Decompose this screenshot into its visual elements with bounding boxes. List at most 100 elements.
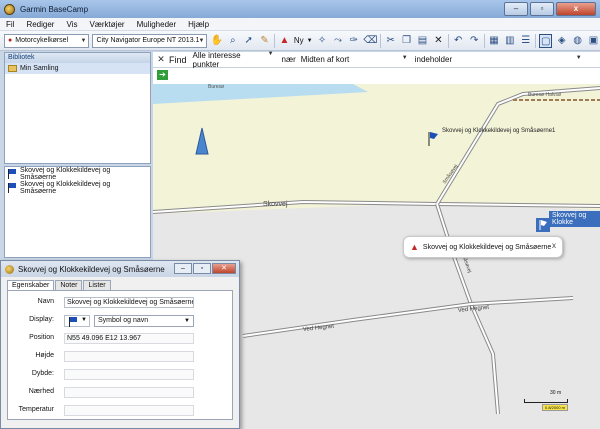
table-view-icon[interactable]: ▥ [503, 34, 516, 48]
properties-tab-body: Navn Skovvej og Klokkekildevej og Småsøe… [7, 290, 233, 420]
near-select[interactable]: Midten af kort ▼ [301, 55, 411, 64]
activity-profile-select[interactable]: ● Motorcykelkørsel ▼ [4, 33, 90, 48]
road-label-buresø-halvsø: Buresø Halvsø [528, 92, 561, 98]
menu-vis[interactable]: Vis [60, 20, 83, 29]
route-tool-icon[interactable]: ⤳ [332, 34, 345, 48]
dialog-minimize-button[interactable]: – [174, 263, 192, 274]
position-marker-icon [195, 127, 209, 155]
device-icon[interactable]: ▣ [587, 34, 600, 48]
dybde-input[interactable] [64, 369, 194, 380]
field-hojde: Højde [8, 351, 232, 363]
copy-icon[interactable]: ❐ [400, 34, 413, 48]
road-north [435, 86, 600, 206]
erase-tool-icon[interactable]: ⌫ [363, 34, 377, 48]
naehed-input[interactable] [64, 387, 194, 398]
symbol-select[interactable]: ▼ [64, 315, 90, 327]
select-arrow-icon[interactable]: ➚ [242, 34, 255, 48]
close-button[interactable]: x [556, 2, 596, 16]
tab-lister[interactable]: Lister [83, 280, 111, 290]
list-item[interactable]: Skovvej og Klokkekildevej og Småsøerne [5, 181, 150, 195]
scale-box: 0.8/2000 m [542, 404, 568, 411]
display-mode-select[interactable]: Symbol og navn ▼ [94, 315, 194, 327]
match-mode-value: indeholder [414, 55, 453, 64]
map-scale: 30 m 0.8/2000 m [524, 390, 568, 412]
library-header: Bibliotek [5, 53, 150, 63]
chevron-down-icon[interactable]: ▼ [307, 38, 313, 44]
new-button-label[interactable]: Ny [294, 36, 304, 45]
field-position: Position N55 49.096 E12 13.967 [8, 333, 232, 345]
category-select[interactable]: Alle interesse punkter ▼ [193, 51, 277, 69]
chevron-down-icon: ▼ [267, 50, 274, 57]
maximize-button[interactable]: ▫ [530, 2, 554, 16]
flag-icon [7, 183, 17, 193]
position-input[interactable]: N55 49.096 E12 13.967 [64, 333, 194, 344]
selected-waypoint-label[interactable]: Skovvej og Klokke [549, 211, 600, 227]
list-view-icon[interactable]: ☰ [519, 34, 532, 48]
undo-icon[interactable]: ↶ [452, 34, 465, 48]
dialog-maximize-button[interactable]: ▫ [193, 263, 211, 274]
grid-view-icon[interactable]: ▦ [488, 34, 501, 48]
waypoint-callout[interactable]: ▲ Skovvej og Klokkekildevej og Småsøerne… [403, 236, 563, 258]
minimize-button[interactable]: – [504, 2, 528, 16]
list-item-label: Skovvej og Klokkekildevej og Småsøerne [19, 181, 111, 195]
globe-icon[interactable]: ◍ [571, 34, 584, 48]
tab-noter[interactable]: Noter [55, 280, 83, 290]
near-value: Midten af kort [300, 55, 350, 64]
motorcycle-icon: ● [8, 37, 13, 44]
dialog-close-button[interactable]: ✕ [212, 263, 236, 274]
library-item-min-samling[interactable]: Min Samling [5, 63, 150, 74]
map-product-select[interactable]: City Navigator Europe NT 2013.1 ▼ [92, 33, 208, 48]
menu-rediger[interactable]: Rediger [20, 20, 60, 29]
toolbar-separator [447, 33, 449, 48]
field-navn: Navn Skovvej og Klokkekildevej og Småsøe… [8, 297, 232, 309]
list-item[interactable]: Skovvej og Klokkekildevej og Småsøerne [5, 167, 150, 181]
callout-close-icon[interactable]: x [552, 241, 556, 250]
tab-egenskaber[interactable]: Egenskaber [7, 280, 55, 290]
menu-muligheder[interactable]: Muligheder [131, 20, 183, 29]
track-tool-icon[interactable]: ✑ [347, 34, 360, 48]
paste-icon[interactable]: ▤ [416, 34, 429, 48]
close-find-icon[interactable]: ✕ [153, 54, 169, 65]
flag-icon [7, 169, 17, 179]
measure-icon[interactable]: ✎ [258, 34, 271, 48]
redo-icon[interactable]: ↷ [468, 34, 481, 48]
waypoint-tool-icon[interactable]: ✧ [316, 34, 329, 48]
display-mode-value: Symbol og navn [98, 317, 149, 324]
scale-label: 30 m [550, 390, 562, 396]
menu-fil[interactable]: Fil [0, 20, 20, 29]
waypoint-properties-dialog: Skovvej og Klokkekildevej og Småsøerne –… [0, 260, 240, 429]
toolbar-separator [483, 33, 485, 48]
toolbar-separator [274, 33, 275, 48]
selected-waypoint-flag-icon[interactable] [536, 218, 550, 232]
delete-icon[interactable]: ✕ [432, 34, 445, 48]
temperatur-label: Temperatur [18, 406, 54, 413]
go-arrow-icon[interactable]: ➔ [157, 70, 168, 80]
temperatur-input[interactable] [64, 405, 194, 416]
match-mode-select[interactable]: indeholder ▼ [415, 55, 585, 64]
cut-icon[interactable]: ✂ [384, 34, 397, 48]
menu-hjaelp[interactable]: Hjælp [182, 20, 215, 29]
display-label: Display: [29, 316, 54, 323]
dybde-label: Dybde: [31, 370, 54, 377]
toolbar-separator [535, 33, 537, 48]
navn-label: Navn [37, 298, 54, 305]
hand-tool-icon[interactable]: ✋ [210, 34, 223, 48]
waypoint-flag-icon[interactable] [428, 132, 438, 146]
new-waypoint-icon[interactable]: ▲ [278, 34, 291, 48]
map-product-value: City Navigator Europe NT 2013.1 [96, 37, 200, 44]
map-2d-icon[interactable]: ▢ [539, 33, 553, 48]
find-results-bar: ➔ [153, 68, 600, 84]
chevron-down-icon: ▼ [81, 317, 87, 323]
dialog-window-controls: – ▫ ✕ [174, 263, 236, 274]
navn-input[interactable]: Skovvej og Klokkekildevej og Småsøerne [64, 297, 194, 308]
dialog-title-bar: Skovvej og Klokkekildevej og Småsøerne –… [1, 261, 239, 277]
menu-vaerktojer[interactable]: Værktøjer [83, 20, 130, 29]
map-3d-icon[interactable]: ◈ [555, 34, 568, 48]
position-label: Position [29, 334, 54, 341]
app-icon [5, 264, 14, 274]
library-item-label: Min Samling [20, 65, 59, 72]
hojde-input[interactable] [64, 351, 194, 362]
chevron-down-icon: ▼ [80, 37, 87, 44]
zoom-icon[interactable]: ⌕ [226, 34, 239, 48]
waypoint-list-panel: Skovvej og Klokkekildevej og Småsøerne S… [4, 166, 151, 258]
